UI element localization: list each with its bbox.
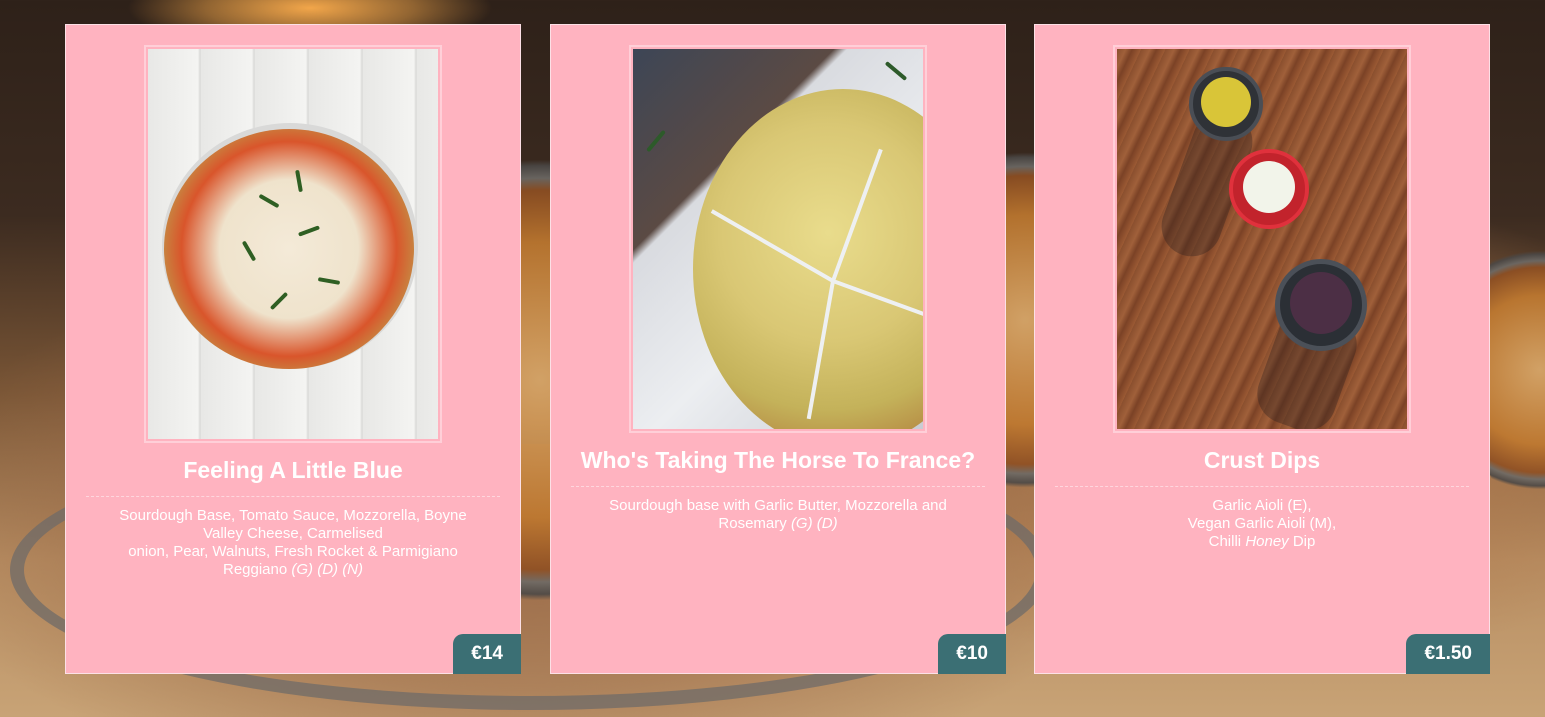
description-text: Vegan Garlic Aioli (M), xyxy=(1187,515,1337,532)
garlic-bread-photo xyxy=(633,49,923,429)
pizza xyxy=(164,129,414,369)
description-emphasis: Honey xyxy=(1245,533,1289,550)
menu-item-photo-frame xyxy=(629,45,927,433)
allergen-codes: (G) (D) (N) xyxy=(291,561,364,578)
description-text: Chilli xyxy=(1208,533,1242,550)
menu-item-description: Sourdough Base, Tomato Sauce, Mozzorella… xyxy=(102,507,484,579)
aioli-dip-pot xyxy=(1229,149,1309,229)
description-text: Sourdough base with Garlic Butter, Mozzo… xyxy=(609,497,947,532)
price-badge: €1.50 xyxy=(1406,634,1490,674)
menu-card[interactable]: Crust Dips Garlic Aioli (E), Vegan Garli… xyxy=(1034,24,1490,674)
rosemary-sprig xyxy=(646,129,666,153)
pizza-photo xyxy=(148,49,438,439)
price-badge: €10 xyxy=(938,634,1006,674)
description-text: Dip xyxy=(1292,533,1316,550)
menu-item-title: Who's Taking The Horse To France? xyxy=(571,447,985,487)
menu-card[interactable]: Feeling A Little Blue Sourdough Base, To… xyxy=(65,24,521,674)
description-text: Sourdough Base, Tomato Sauce, Mozzorella… xyxy=(119,507,467,542)
menu-item-photo-frame xyxy=(1113,45,1411,433)
menu-cards: Feeling A Little Blue Sourdough Base, To… xyxy=(0,0,1545,717)
description-text: Garlic Aioli (E), xyxy=(1212,497,1312,514)
garlic-bread xyxy=(693,89,923,429)
allergen-codes: (G) (D) xyxy=(790,515,838,532)
menu-item-title: Crust Dips xyxy=(1055,447,1469,487)
mustard-dip-pot xyxy=(1189,67,1263,141)
rosemary-sprig xyxy=(884,61,908,81)
menu-card[interactable]: Who's Taking The Horse To France? Sourdo… xyxy=(550,24,1006,674)
menu-item-photo-frame xyxy=(144,45,442,443)
menu-item-title: Feeling A Little Blue xyxy=(86,457,500,497)
chilli-dip-pot xyxy=(1275,259,1367,351)
dips-photo xyxy=(1117,49,1407,429)
menu-item-description: Garlic Aioli (E), Vegan Garlic Aioli (M)… xyxy=(1071,497,1453,551)
price-badge: €14 xyxy=(453,634,521,674)
menu-item-description: Sourdough base with Garlic Butter, Mozzo… xyxy=(587,497,969,533)
